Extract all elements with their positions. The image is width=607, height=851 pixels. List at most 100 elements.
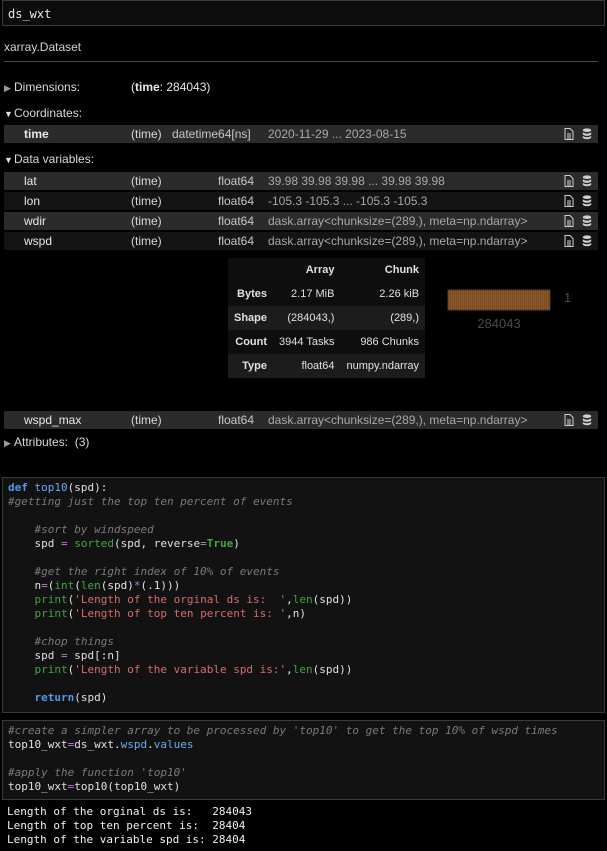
code-token: ,n) [286, 607, 307, 620]
code-token: (spd)) [312, 663, 353, 676]
code-token: = [60, 537, 68, 550]
dim-size: : 284043 [159, 80, 207, 94]
file-text-icon[interactable] [564, 235, 574, 247]
code-line: def top10(spd): [8, 481, 107, 495]
attributes-label: Attributes: [14, 435, 69, 449]
row-label: Type [228, 354, 274, 378]
var-dtype: float64 [218, 214, 255, 228]
var-dims: (time) [131, 174, 162, 188]
var-preview: dask.array<chunksize=(289,), meta=np.nda… [268, 234, 528, 248]
section-dimensions[interactable]: ▶ Dimensions: [4, 80, 80, 94]
code-token: print [34, 607, 68, 620]
var-row-wspd-max[interactable]: wspd_max (time) float64 dask.array<chunk… [4, 411, 598, 429]
code-cell-ds-wxt[interactable]: ds_wxt [2, 0, 605, 26]
database-icon[interactable] [582, 215, 592, 227]
var-name: time [24, 127, 49, 141]
var-name: wdir [24, 214, 47, 228]
code-line: #create a simpler array to be processed … [8, 724, 558, 738]
code-token: len [292, 593, 313, 606]
var-dtype: float64 [218, 174, 255, 188]
row-chunk: (289,) [340, 306, 426, 330]
code-token: values [153, 738, 194, 751]
code-line: print('Length of the orginal ds is: ',le… [8, 593, 353, 607]
code-line: print('Length of the variable spd is:',l… [8, 663, 353, 677]
code-token: , [286, 663, 293, 676]
code-line: #chop things [8, 635, 113, 649]
code-token: def [8, 481, 35, 494]
code-line: print('Length of top ten percent is: ',n… [8, 607, 307, 621]
code-token: sorted [74, 537, 114, 550]
code-token: len [292, 663, 313, 676]
code-token: #sort by windspeed [8, 523, 154, 536]
code-token: ds_wxt. [74, 738, 121, 751]
coord-row-time[interactable]: time (time) datetime64[ns] 2020-11-29 ..… [4, 125, 598, 143]
var-dtype: float64 [218, 194, 255, 208]
triangle-down-icon: ▼ [4, 155, 13, 165]
triangle-right-icon: ▶ [4, 438, 11, 448]
var-row-wspd[interactable]: wspd (time) float64 dask.array<chunksize… [4, 232, 598, 250]
code-token: return [34, 691, 75, 704]
dimensions-label: Dimensions: [14, 80, 81, 94]
section-coordinates[interactable]: ▼Coordinates: [4, 106, 82, 120]
database-icon[interactable] [582, 128, 592, 140]
row-array: (284043,) [273, 306, 341, 330]
code-cell-top10-def[interactable]: def top10(spd): #getting just the top ten… [2, 477, 605, 713]
code-token: top10 [34, 481, 68, 494]
var-row-wdir[interactable]: wdir (time) float64 dask.array<chunksize… [4, 212, 598, 230]
database-icon[interactable] [582, 175, 592, 187]
var-dims: (time) [131, 214, 162, 228]
database-icon[interactable] [582, 235, 592, 247]
triangle-right-icon: ▶ [4, 83, 11, 93]
code-token: , [286, 593, 293, 606]
var-dtype: datetime64[ns] [172, 127, 251, 141]
section-attributes[interactable]: ▶ Attributes: (3) [4, 435, 89, 449]
code-token: True [206, 537, 234, 550]
row-chunk: numpy.ndarray [340, 354, 426, 378]
file-text-icon[interactable] [564, 414, 574, 426]
row-chunk: 2.26 kiB [340, 282, 426, 306]
code-token: = [200, 537, 207, 550]
var-row-lat[interactable]: lat (time) float64 39.98 39.98 39.98 ...… [4, 172, 598, 190]
code-token: n [8, 579, 42, 592]
file-text-icon[interactable] [564, 175, 574, 187]
dim-name: time [135, 80, 160, 94]
code-token: spd [8, 649, 61, 662]
code-line: spd = spd[:n] [8, 649, 121, 663]
var-row-lon[interactable]: lon (time) float64 -105.3 -105.3 ... -10… [4, 192, 598, 210]
dimensions-value: (time: 284043) [131, 80, 211, 94]
dataset-title: xarray.Dataset [4, 40, 82, 54]
code-token: spd[:n] [67, 649, 121, 662]
database-icon[interactable] [582, 414, 592, 426]
row-label: Count [228, 330, 274, 354]
database-icon[interactable] [582, 195, 592, 207]
code-token: (spd)) [312, 593, 353, 606]
header-chunk: Chunk [340, 258, 426, 282]
diagram-width-label: 284043 [477, 316, 520, 331]
code-line: #get the right index of 10% of events [8, 565, 279, 579]
code-token: (.1))) [140, 579, 181, 592]
attributes-count: (3) [74, 435, 90, 449]
code-token: * [133, 579, 141, 592]
code-cell-top10-call[interactable]: #create a simpler array to be processed … [2, 720, 605, 800]
code-token: top10_wxt [8, 738, 68, 751]
cell-code-text: ds_wxt [8, 7, 52, 21]
diagram-height-label: 1 [564, 290, 571, 305]
divider [4, 61, 598, 62]
var-dtype: float64 [218, 234, 255, 248]
code-token: (spd) [100, 579, 134, 592]
code-token: (spd): [67, 481, 108, 494]
var-preview: dask.array<chunksize=(289,), meta=np.nda… [268, 214, 528, 228]
var-name: lon [24, 194, 41, 208]
code-line: spd = sorted(spd, reverse=True) [8, 537, 239, 551]
var-name: lat [24, 174, 37, 188]
triangle-down-icon: ▼ [4, 109, 13, 119]
section-data-variables[interactable]: ▼Data variables: [4, 152, 94, 166]
stdout-line: Length of the orginal ds is: 284043 [7, 805, 253, 818]
file-text-icon[interactable] [564, 195, 574, 207]
code-token: = [60, 649, 68, 662]
file-text-icon[interactable] [564, 128, 574, 140]
code-token: wspd [120, 738, 148, 751]
var-preview: 39.98 39.98 39.98 ... 39.98 39.98 [268, 174, 445, 188]
file-text-icon[interactable] [564, 215, 574, 227]
